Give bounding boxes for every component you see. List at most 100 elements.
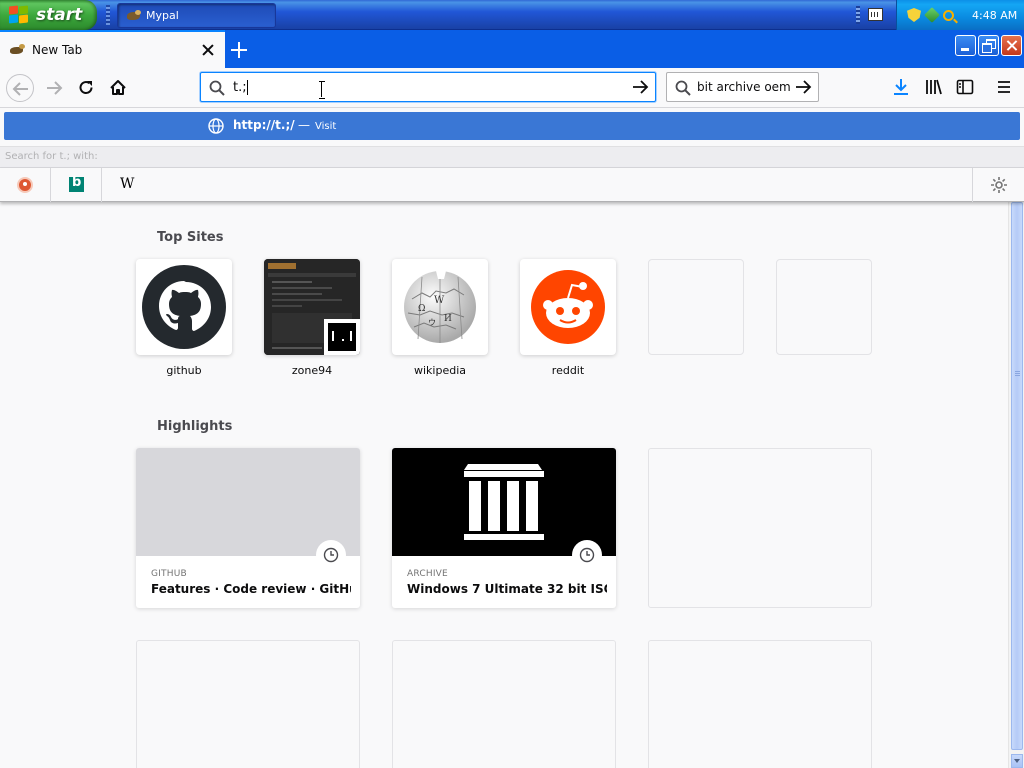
svg-text:W: W [434,295,445,306]
svg-text:И: И [444,314,452,324]
top-site-tile[interactable] [520,259,616,355]
hamburger-menu-icon[interactable] [995,78,1013,96]
tray-grip [856,6,860,24]
wikipedia-icon: W [120,176,135,192]
network-icon[interactable] [924,7,940,23]
top-site-github[interactable]: github [136,259,232,377]
top-site-empty-slot [648,259,744,355]
search-with-header: Search for t.; with: [0,146,1024,168]
navigation-toolbar: bit archive oem [0,68,1024,108]
tab-title: New Tab [32,43,83,57]
minimize-button[interactable] [955,35,976,56]
mypal-tab-icon [10,44,26,56]
vertical-scrollbar[interactable] [1008,202,1024,768]
top-site-label: wikipedia [413,364,466,377]
scroll-down-arrow-icon[interactable] [1011,754,1023,768]
library-icon[interactable] [925,78,943,96]
top-site-label: github [166,364,202,377]
start-button[interactable]: start [0,0,97,30]
taskbar-grip [106,5,110,25]
history-clock-icon [572,540,602,570]
url-bar[interactable] [200,72,656,102]
suggestion-separator: — [298,118,310,132]
windows-logo-icon [8,5,30,25]
go-arrow-icon[interactable] [631,78,649,96]
wikipedia-globe-icon: W Ω И ウ [404,271,476,343]
windows-taskbar: start Mypal 4:48 AM [0,0,1024,30]
reddit-logo-icon [531,270,605,344]
back-button[interactable] [6,74,34,102]
home-button[interactable] [104,74,132,102]
url-input[interactable] [233,77,613,97]
top-site-empty-slot [776,259,872,355]
svg-text:ウ: ウ [428,318,436,327]
forward-arrow-icon [47,81,63,95]
reload-button[interactable] [72,74,100,102]
highlight-title: Windows 7 Ultimate 32 bit ISO (... [407,582,607,596]
search-for-label: Search for t.; with: [5,151,98,162]
new-tab-button[interactable] [228,39,250,61]
close-tab-icon[interactable] [201,43,215,57]
close-window-button[interactable] [1001,35,1022,56]
top-site-tile[interactable] [264,259,360,355]
ibeam-cursor [319,81,325,99]
highlight-card-github[interactable]: GITHUB Features · Code review · GitHub [136,448,360,608]
top-site-tile[interactable]: W Ω И ウ [392,259,488,355]
mypal-icon [126,9,142,23]
taskbar-item-label: Mypal [146,9,179,22]
download-icon[interactable] [892,78,910,96]
engine-bing-button[interactable] [51,168,102,202]
top-site-wikipedia[interactable]: W Ω И ウ wikipedia [392,259,488,377]
bing-icon [69,175,84,192]
restore-button[interactable] [978,35,999,56]
forward-button[interactable] [40,74,68,102]
suggestion-url: http://t.;/ [233,118,295,132]
highlight-source: GITHUB [151,569,187,579]
text-caret [247,80,248,95]
reload-icon [79,81,93,94]
keyboard-icon[interactable] [868,8,883,21]
security-shield-icon[interactable] [907,8,921,22]
start-label: start [36,5,83,25]
tab-new-tab[interactable]: New Tab [0,30,225,68]
top-site-label: reddit [551,364,585,377]
search-icon [675,80,691,96]
search-tray-icon[interactable] [943,9,954,21]
taskbar-item-mypal[interactable]: Mypal [117,3,276,28]
highlight-empty-slot [648,448,872,608]
system-tray: 4:48 AM [896,0,1024,30]
top-sites-heading: Top Sites [157,230,224,245]
scrollbar-thumb[interactable] [1011,202,1023,750]
search-go-arrow-icon[interactable] [794,78,812,96]
history-clock-icon [316,540,346,570]
top-site-tile[interactable] [136,259,232,355]
search-bar[interactable]: bit archive oem [666,72,819,102]
new-tab-page: Top Sites github zone94 W Ω И ウ wikipedi… [0,202,1008,768]
sidebar-icon[interactable] [956,78,974,96]
top-site-reddit[interactable]: reddit [520,259,616,377]
clock[interactable]: 4:48 AM [972,9,1017,22]
search-icon [209,80,225,96]
one-off-search-engines: W [0,168,1024,202]
url-suggestion-visit[interactable]: http://t.;/ — Visit [4,112,1020,140]
search-bar-text[interactable]: bit archive oem [697,80,792,94]
engine-duckduckgo-button[interactable] [0,168,51,202]
top-site-zone94[interactable]: zone94 [264,259,360,377]
highlight-empty-slot [392,640,616,768]
gear-icon [991,177,1007,193]
highlight-empty-slot [136,640,360,768]
back-arrow-icon [12,82,28,96]
highlight-card-archive[interactable]: ARCHIVE Windows 7 Ultimate 32 bit ISO (.… [392,448,616,608]
highlight-title: Features · Code review · GitHub [151,582,351,596]
tab-strip: New Tab [0,30,1024,68]
duckduckgo-icon [17,177,33,193]
globe-icon [208,118,224,134]
highlight-source: ARCHIVE [407,569,448,579]
svg-text:Ω: Ω [418,304,425,314]
search-settings-button[interactable] [972,168,1024,202]
zone94-screenshot-thumbnail [264,259,360,355]
home-icon [110,80,126,95]
github-logo-icon [142,265,226,349]
engine-wikipedia-button[interactable]: W [102,168,153,202]
highlight-empty-slot [648,640,872,768]
